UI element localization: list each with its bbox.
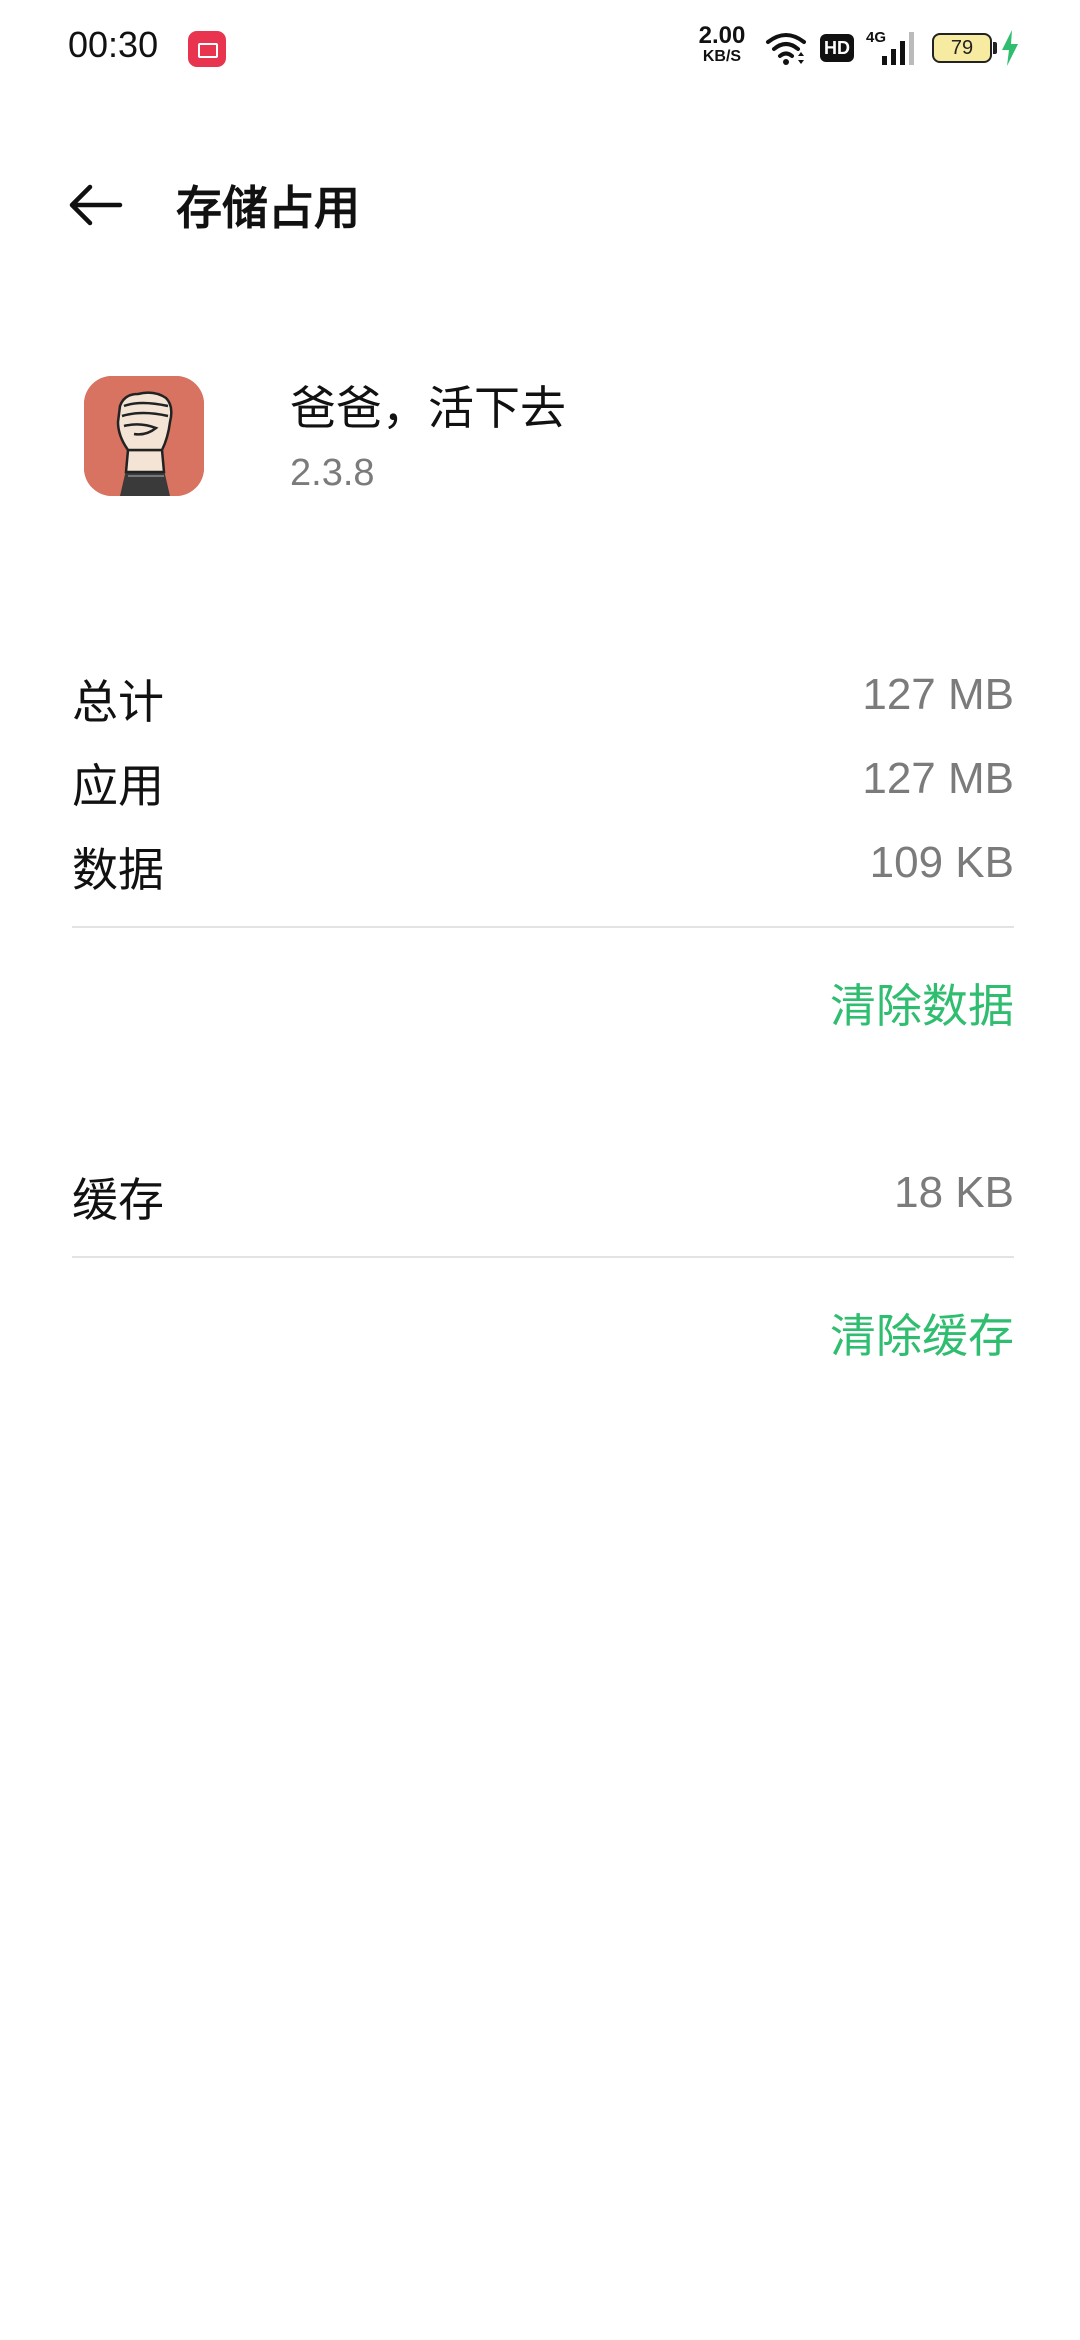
- network-type: 4G: [866, 29, 886, 46]
- app-version: 2.3.8: [290, 452, 375, 494]
- status-bar: 00:30 2.00 KB/S HD 4G 79: [0, 0, 1080, 100]
- storage-row-value: 109 KB: [869, 838, 1014, 887]
- app-icon: [84, 376, 204, 496]
- status-time: 00:30: [68, 24, 159, 65]
- hd-icon: HD: [820, 34, 854, 62]
- network-speed: 2.00 KB/S: [694, 24, 750, 65]
- network-speed-value: 2.00: [698, 22, 746, 49]
- storage-row-label: 总计: [72, 675, 164, 729]
- page-title: 存储占用: [176, 181, 360, 235]
- cache-row: 缓存 18 KB: [72, 1164, 1014, 1228]
- app-name: 爸爸，活下去: [290, 381, 566, 435]
- back-arrow-icon[interactable]: [60, 175, 130, 235]
- screen-record-icon: [188, 31, 226, 67]
- cache-value: 18 KB: [894, 1168, 1014, 1217]
- network-speed-unit: KB/S: [702, 48, 742, 65]
- battery-icon: 79: [932, 33, 992, 63]
- charging-icon: [1002, 30, 1018, 66]
- app-bar: 存储占用: [0, 150, 1080, 260]
- storage-row-label: 应用: [72, 759, 164, 813]
- storage-row-value: 127 MB: [862, 670, 1014, 719]
- storage-row-label: 数据: [72, 843, 164, 897]
- storage-row-app: 应用 127 MB: [72, 750, 1014, 814]
- raised-fist-icon: [84, 376, 204, 496]
- divider: [72, 926, 1014, 928]
- signal-icon: 4G: [866, 29, 914, 65]
- battery-cap: [993, 42, 997, 54]
- clear-cache-button[interactable]: 清除缓存: [830, 1300, 1014, 1366]
- storage-row-value: 127 MB: [862, 754, 1014, 803]
- clear-data-button[interactable]: 清除数据: [830, 970, 1014, 1036]
- storage-row-total: 总计 127 MB: [72, 666, 1014, 730]
- divider: [72, 1256, 1014, 1258]
- wifi-icon: [766, 33, 806, 65]
- storage-row-data: 数据 109 KB: [72, 834, 1014, 898]
- cache-label: 缓存: [72, 1173, 164, 1227]
